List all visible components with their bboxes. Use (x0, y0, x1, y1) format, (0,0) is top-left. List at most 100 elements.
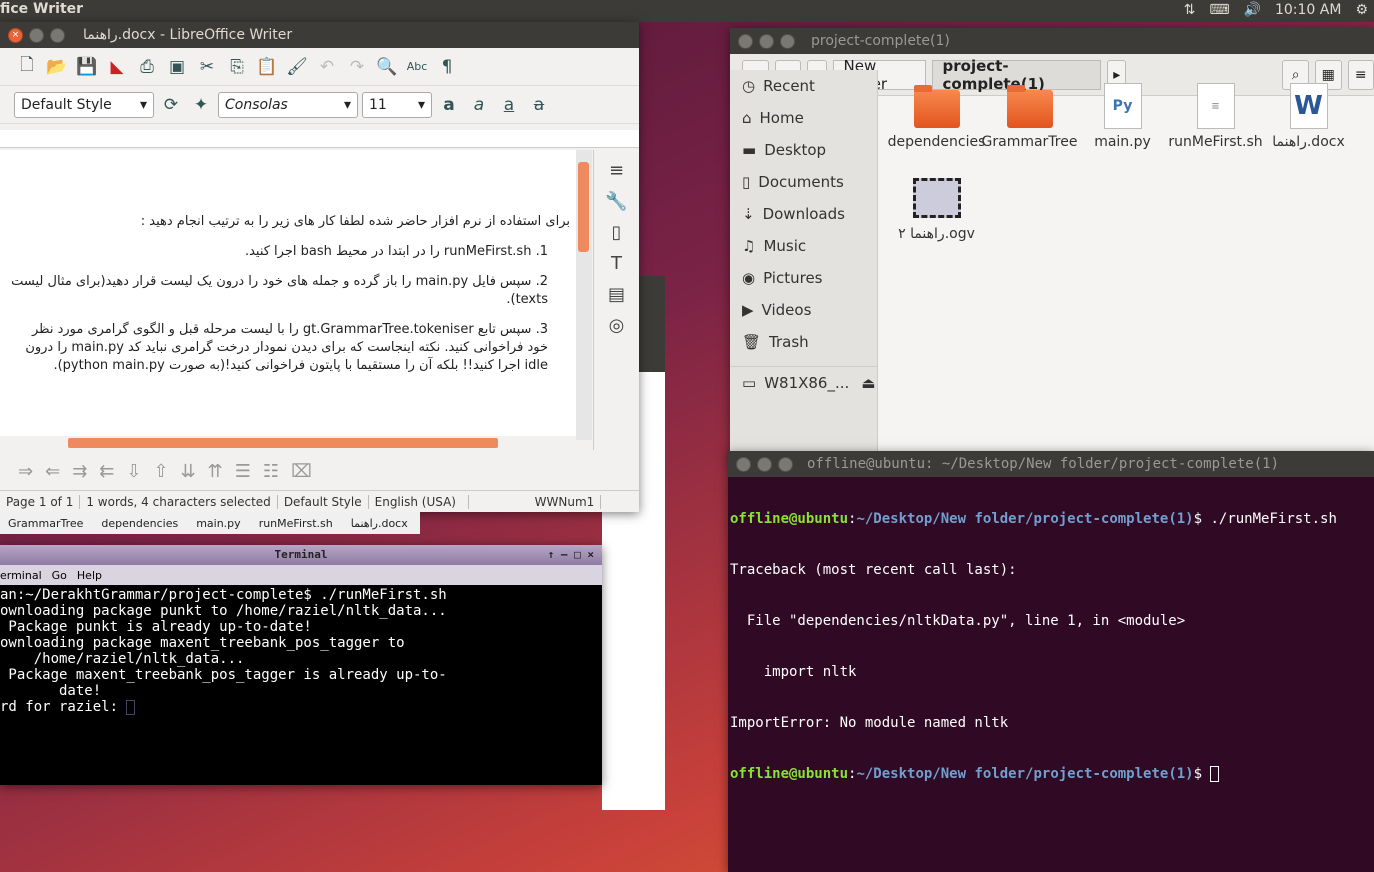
window-controls[interactable]: ↑ – □ × (548, 545, 594, 565)
strip-item[interactable]: runMeFirst.sh (259, 517, 333, 530)
numbering-off-icon[interactable]: ☷ (263, 461, 279, 482)
place-music[interactable]: ♫ Music (730, 230, 877, 262)
file-manager-window: project-complete(1) ‹ › ◂ New folder pro… (730, 28, 1374, 458)
menu-go[interactable]: Go (52, 569, 67, 582)
save-icon[interactable]: 💾 (74, 54, 100, 80)
window-title: offline@ubuntu: ~/Desktop/New folder/pro… (807, 456, 1280, 472)
file-item[interactable]: dependencies (888, 82, 985, 174)
update-style-icon[interactable]: ⟳ (158, 92, 184, 118)
move-down-icon[interactable]: ⇩ (126, 461, 141, 482)
file-item[interactable]: ≡ runMeFirst.sh (1168, 82, 1263, 174)
paragraph-style-select[interactable]: Default Style ▾ (14, 91, 154, 118)
bold-icon[interactable]: a (436, 92, 462, 118)
doc-paragraph: برای استفاده از نرم افزار حاضر شده لطفا … (140, 214, 570, 229)
close-button[interactable] (738, 33, 753, 49)
place-home[interactable]: ⌂ Home (730, 102, 877, 134)
horizontal-scrollbar[interactable] (68, 438, 498, 448)
find-icon[interactable]: 🔍 (374, 54, 400, 80)
menu-help[interactable]: Help (77, 569, 102, 582)
document-page[interactable]: برای استفاده از نرم افزار حاضر شده لطفا … (0, 150, 576, 436)
minimize-button[interactable] (759, 33, 774, 49)
eject-icon[interactable]: ⏏ (861, 374, 875, 392)
place-drive[interactable]: ▭ W81X86_... ⏏ (730, 366, 877, 398)
navigator-icon[interactable]: ◎ (609, 315, 625, 336)
wrench-icon[interactable]: 🔧 (605, 191, 627, 212)
gallery-icon[interactable]: ▤ (608, 284, 625, 305)
spellcheck-icon[interactable]: Abc (404, 54, 430, 80)
copy-icon[interactable]: ⎘ (224, 54, 250, 80)
clone-icon[interactable]: 🖌 (284, 54, 310, 80)
terminal-output[interactable]: offline@ubuntu:~/Desktop/New folder/proj… (728, 477, 1374, 817)
page-style: Default Style (278, 494, 369, 509)
place-trash[interactable]: 🗑 Trash (730, 326, 877, 358)
restart-numbering-icon[interactable]: ⌧ (291, 461, 312, 482)
python-icon: Py (1103, 83, 1142, 129)
scroll-thumb[interactable] (578, 162, 589, 252)
strikethrough-icon[interactable]: a (526, 92, 552, 118)
file-item[interactable]: GrammarTree (982, 82, 1077, 174)
move-down-sub-icon[interactable]: ⇊ (181, 461, 196, 482)
move-up-sub-icon[interactable]: ⇈ (208, 461, 223, 482)
place-documents[interactable]: ▯ Documents (730, 166, 877, 198)
demote-sub-icon[interactable]: ⇉ (72, 461, 87, 482)
maximize-button[interactable] (778, 456, 793, 472)
close-button[interactable] (736, 456, 751, 472)
minimize-button[interactable] (29, 27, 44, 43)
minimize-button[interactable] (757, 456, 772, 472)
sidebar-menu-icon[interactable]: ≡ (609, 160, 624, 181)
gear-icon[interactable]: ⚙ (1355, 2, 1368, 18)
paste-icon[interactable]: 📋 (254, 54, 280, 80)
network-icon[interactable]: ⇅ (1184, 2, 1196, 18)
chevron-down-icon: ▾ (139, 96, 147, 113)
maximize-button[interactable] (50, 27, 65, 43)
terminal-output[interactable]: an:~/DerakhtGrammar/project-complete$ ./… (0, 585, 602, 715)
file-strip: GrammarTree dependencies main.py runMeFirst… (0, 512, 420, 534)
place-videos[interactable]: ▶ Videos (730, 294, 877, 326)
underline-icon[interactable]: a (496, 92, 522, 118)
keyboard-icon[interactable]: ⌨ (1209, 2, 1229, 18)
strip-item[interactable]: main.py (196, 517, 240, 530)
file-item[interactable]: راهنما ۲.ogv (890, 174, 983, 266)
new-style-icon[interactable]: ✦ (188, 92, 214, 118)
italic-icon[interactable]: a (466, 92, 492, 118)
vertical-scrollbar[interactable] (576, 150, 592, 440)
redo-icon[interactable]: ↷ (344, 54, 370, 80)
new-icon[interactable]: 🗋 (14, 54, 40, 80)
print-icon[interactable]: ⎙ (134, 54, 160, 80)
standard-toolbar: 🗋 📂 💾 ◣ ⎙ ▣ ✂ ⎘ 📋 🖌 ↶ ↷ 🔍 Abc ¶ (0, 48, 639, 86)
preview-icon[interactable]: ▣ (164, 54, 190, 80)
styles-icon[interactable]: T (611, 253, 622, 274)
menu-terminal[interactable]: erminal (0, 569, 42, 582)
volume-icon[interactable]: 🔊 (1244, 2, 1261, 18)
font-size-select[interactable]: 11 ▾ (362, 91, 432, 118)
place-desktop[interactable]: ▬ Desktop (730, 134, 877, 166)
formatting-marks-icon[interactable]: ¶ (434, 54, 460, 80)
insert-entry-icon[interactable]: ☰ (235, 461, 251, 482)
demote-icon[interactable]: ⇒ (18, 461, 33, 482)
place-recent[interactable]: ◷ Recent (730, 70, 877, 102)
undo-icon[interactable]: ↶ (314, 54, 340, 80)
strip-item[interactable]: GrammarTree (8, 517, 83, 530)
title-bar: project-complete(1) (730, 28, 1374, 54)
strip-item[interactable]: dependencies (101, 517, 178, 530)
title-bar: Terminal ↑ – □ × (0, 545, 602, 565)
clock[interactable]: 10:10 AM (1275, 2, 1341, 18)
folder-icon: ▬ (742, 141, 757, 159)
file-item[interactable]: Py main.py (1076, 82, 1169, 174)
cut-icon[interactable]: ✂ (194, 54, 220, 80)
close-button[interactable]: × (8, 27, 23, 43)
language: English (USA) (369, 494, 469, 509)
move-up-icon[interactable]: ⇧ (153, 461, 168, 482)
promote-sub-icon[interactable]: ⇇ (99, 461, 114, 482)
file-item[interactable]: W راهنما.docx (1262, 82, 1355, 174)
place-pictures[interactable]: ◉ Pictures (730, 262, 877, 294)
ruler[interactable] (0, 130, 639, 148)
promote-icon[interactable]: ⇐ (45, 461, 60, 482)
page-icon[interactable]: ▯ (612, 222, 622, 243)
open-icon[interactable]: 📂 (44, 54, 70, 80)
pdf-icon[interactable]: ◣ (104, 54, 130, 80)
maximize-button[interactable] (780, 33, 795, 49)
strip-item[interactable]: راهنما.docx (351, 517, 408, 530)
font-name-select[interactable]: Consolas ▾ (218, 91, 358, 118)
place-downloads[interactable]: ⇣ Downloads (730, 198, 877, 230)
